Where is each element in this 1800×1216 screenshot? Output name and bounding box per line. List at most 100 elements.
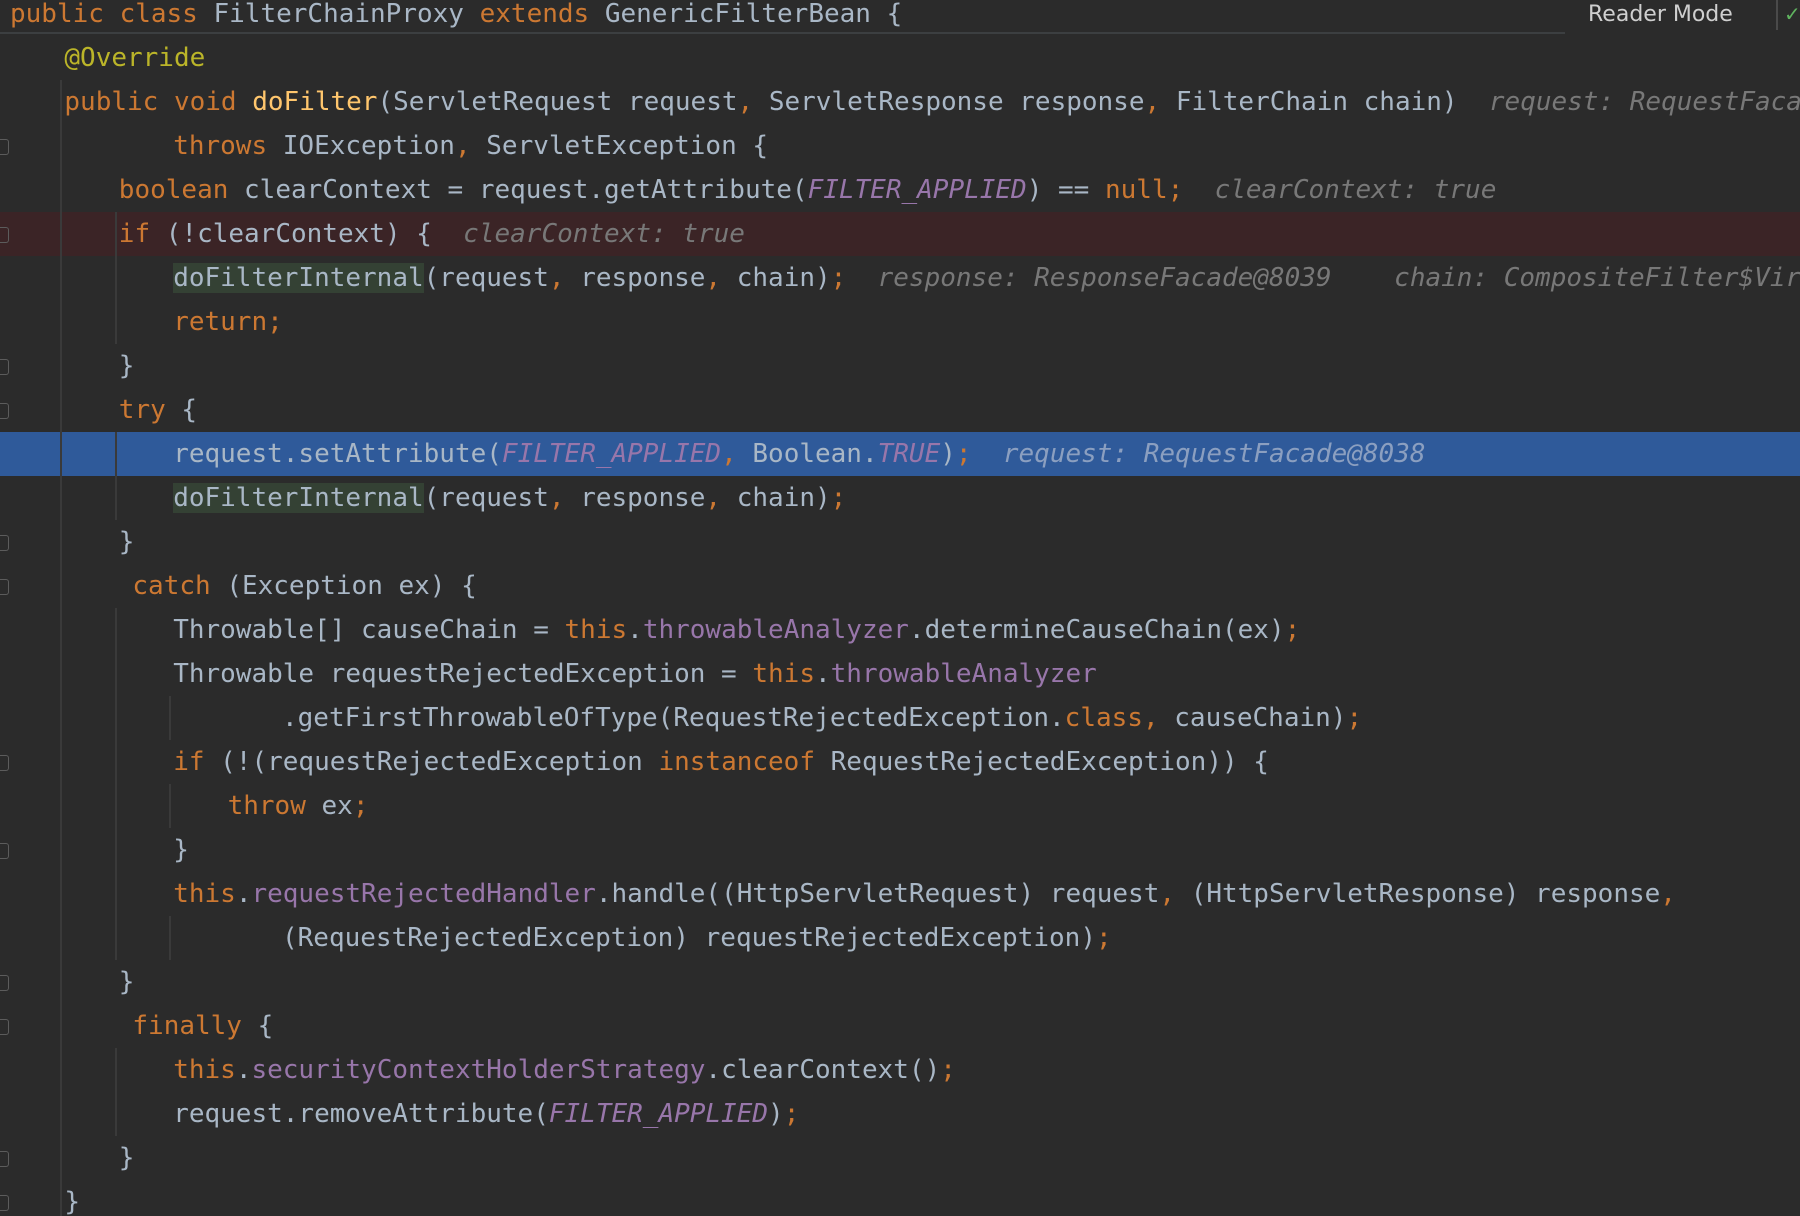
code-line[interactable]: if (!(requestRejectedException instanceo…: [0, 740, 1800, 784]
code-text: finally {: [132, 1004, 273, 1048]
code-text: throws IOException, ServletException {: [173, 124, 768, 168]
fold-marker-icon[interactable]: [0, 139, 9, 155]
code-line[interactable]: Throwable requestRejectedException = thi…: [0, 652, 1800, 696]
code-token: ;: [955, 439, 972, 469]
code-text: (RequestRejectedException) requestReject…: [282, 916, 1112, 960]
fold-marker-icon[interactable]: [0, 227, 9, 243]
code-line[interactable]: }: [0, 1136, 1800, 1180]
code-token: securityContextHolderStrategy: [251, 1055, 706, 1085]
code-token: ;: [830, 263, 847, 293]
fold-marker-icon[interactable]: [0, 403, 9, 419]
code-token: response: [580, 483, 706, 513]
code-line[interactable]: boolean clearContext = request.getAttrib…: [0, 168, 1800, 212]
code-token: this: [564, 615, 628, 645]
code-line[interactable]: }: [0, 828, 1800, 872]
fold-marker-icon[interactable]: [0, 535, 9, 551]
code-line[interactable]: throws IOException, ServletException {: [0, 124, 1800, 168]
indent-guide: [114, 608, 117, 960]
indent-guide: [169, 784, 172, 828]
code-token: causeChain): [1174, 703, 1347, 733]
code-token: ;: [1095, 923, 1112, 953]
code-token: .handle((HttpServletRequest) request: [595, 879, 1160, 909]
code-token: ): [768, 1099, 784, 1129]
code-token: ,: [1144, 87, 1176, 117]
code-line[interactable]: try {: [0, 388, 1800, 432]
check-icon[interactable]: ✓: [1784, 2, 1800, 26]
inline-debug-value: request: RequestFacade@8038: [1488, 87, 1800, 117]
code-line[interactable]: catch (Exception ex) {: [0, 564, 1800, 608]
code-line[interactable]: this.requestRejectedHandler.handle((Http…: [0, 872, 1800, 916]
code-token: ;: [1167, 175, 1184, 205]
code-token: requestRejectedHandler: [251, 879, 596, 909]
code-line[interactable]: }: [0, 344, 1800, 388]
code-token: ,: [548, 483, 581, 513]
code-token: ,: [1660, 879, 1676, 909]
code-text: public void doFilter(ServletRequest requ…: [64, 80, 1800, 124]
code-line[interactable]: }: [0, 520, 1800, 564]
code-line[interactable]: finally {: [0, 1004, 1800, 1048]
code-token: (ServletRequest request: [377, 87, 738, 117]
code-line[interactable]: throw ex;: [0, 784, 1800, 828]
code-text: if (!clearContext) { clearContext: true: [119, 212, 745, 256]
code-line[interactable]: public class FilterChainProxy extends Ge…: [0, 0, 1800, 36]
code-token: (!(requestRejectedException: [220, 747, 659, 777]
code-token: (!clearContext) {: [165, 219, 432, 249]
reader-mode-button[interactable]: Reader Mode: [1580, 0, 1741, 30]
fold-marker-icon[interactable]: [0, 1151, 9, 1167]
code-token: this: [752, 659, 815, 689]
code-token: ,: [737, 87, 769, 117]
code-text: try {: [119, 388, 197, 432]
code-token: public class: [10, 0, 214, 29]
code-editor[interactable]: public class FilterChainProxy extends Ge…: [0, 0, 1800, 1216]
code-line[interactable]: .getFirstThrowableOfType(RequestRejected…: [0, 696, 1800, 740]
code-text: @Override: [64, 36, 205, 80]
code-token: }: [118, 1143, 135, 1173]
fold-marker-icon[interactable]: [0, 359, 9, 375]
code-token: ,: [1142, 703, 1175, 733]
code-token: (request: [423, 483, 549, 513]
code-token: throw: [227, 791, 322, 821]
code-token: if: [173, 747, 221, 777]
code-token: }: [173, 835, 189, 865]
code-token: ,: [454, 131, 487, 161]
code-token: {: [257, 1011, 274, 1041]
code-line[interactable]: @Override: [0, 36, 1800, 80]
inline-debug-value: clearContext: true: [431, 219, 745, 249]
code-token: doFilterInternal: [173, 263, 424, 293]
code-token: throws: [173, 131, 283, 161]
code-line[interactable]: }: [0, 1180, 1800, 1216]
code-token: (request: [423, 263, 549, 293]
code-line[interactable]: doFilterInternal(request, response, chai…: [0, 256, 1800, 300]
code-token: boolean: [118, 175, 245, 205]
code-line[interactable]: request.setAttribute(FILTER_APPLIED, Boo…: [0, 432, 1800, 476]
code-token: FilterChain chain): [1175, 87, 1458, 117]
code-line[interactable]: }: [0, 960, 1800, 1004]
code-line[interactable]: (RequestRejectedException) requestReject…: [0, 916, 1800, 960]
code-token: null: [1105, 175, 1168, 205]
code-text: Throwable requestRejectedException = thi…: [173, 652, 1097, 696]
fold-marker-icon[interactable]: [0, 1195, 9, 1211]
fold-marker-icon[interactable]: [0, 579, 9, 595]
code-token: }: [118, 967, 135, 997]
code-token: .: [235, 1055, 252, 1085]
fold-marker-icon[interactable]: [0, 1019, 9, 1035]
code-text: }: [119, 520, 135, 564]
code-text: return;: [173, 300, 283, 344]
code-line[interactable]: Throwable[] causeChain = this.throwableA…: [0, 608, 1800, 652]
code-line[interactable]: if (!clearContext) { clearContext: true: [0, 212, 1800, 256]
code-line[interactable]: doFilterInternal(request, response, chai…: [0, 476, 1800, 520]
fold-marker-icon[interactable]: [0, 755, 9, 771]
code-token: .: [815, 659, 831, 689]
code-line[interactable]: this.securityContextHolderStrategy.clear…: [0, 1048, 1800, 1092]
code-token: (HttpServletResponse) response: [1190, 879, 1661, 909]
code-line[interactable]: request.removeAttribute(FILTER_APPLIED);: [0, 1092, 1800, 1136]
code-line[interactable]: public void doFilter(ServletRequest requ…: [0, 80, 1800, 124]
code-token: (RequestRejectedException) requestReject…: [282, 923, 1096, 953]
code-token: FILTER_APPLIED: [501, 439, 722, 469]
fold-marker-icon[interactable]: [0, 975, 9, 991]
code-line[interactable]: return;: [0, 300, 1800, 344]
code-text: request.setAttribute(FILTER_APPLIED, Boo…: [173, 432, 1425, 476]
code-token: .determineCauseChain(ex): [908, 615, 1285, 645]
code-token: @Override: [64, 43, 206, 73]
fold-marker-icon[interactable]: [0, 843, 9, 859]
